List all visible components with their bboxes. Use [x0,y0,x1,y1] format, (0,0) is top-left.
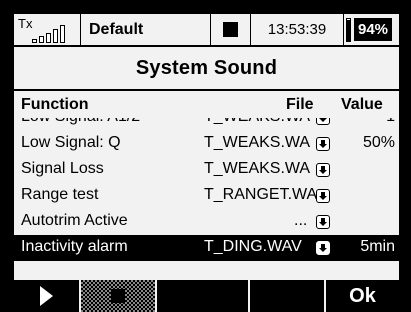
file-select-icon[interactable] [316,241,330,255]
ok-button[interactable]: Ok [326,280,399,312]
stop-button[interactable] [81,280,157,312]
function-label: Low Signal: A1/2 [21,118,140,126]
status-bar: Tx Default 13:53:39 94% [14,14,399,47]
play-button[interactable] [14,280,81,312]
file-select-icon[interactable] [316,137,330,151]
function-label: Range test [21,186,99,203]
column-header-value: Value [341,96,383,113]
battery-indicator: 94% [344,14,399,47]
softkey-4[interactable] [250,280,326,312]
battery-icon [346,17,351,42]
battery-percent: 94% [354,18,393,41]
list-item[interactable]: Range test T_RANGET.WA [14,183,399,209]
file-name[interactable]: ... [294,212,307,230]
value-field[interactable]: 1 [386,118,395,126]
page-title: System Sound [135,57,278,79]
screen: Tx Default 13:53:39 94% System Sound Fun… [14,14,399,312]
value-field[interactable]: 5min [360,238,395,256]
function-label: Autotrim Active [21,212,128,229]
file-name[interactable]: T_WEAKS.WA [204,118,310,126]
file-select-icon[interactable] [316,163,330,177]
stop-icon [111,289,125,303]
file-select-icon[interactable] [316,189,330,203]
title-divider [14,89,399,91]
value-field[interactable]: 50% [363,134,395,152]
file-select-icon[interactable] [316,118,330,125]
list-item-selected[interactable]: Inactivity alarm T_DING.WAV 5min [14,235,399,261]
list-item[interactable]: Low Signal: Q T_WEAKS.WA 50% [14,131,399,157]
function-label: Inactivity alarm [21,238,128,255]
function-label: Low Signal: Q [21,134,121,151]
column-header-file: File [286,96,314,113]
softkey-3[interactable] [157,280,250,312]
list-item[interactable]: Low Signal: A1/2 T_WEAKS.WA 1 [14,118,399,131]
file-select-icon[interactable] [316,215,330,229]
file-name[interactable]: T_DING.WAV [204,238,302,256]
stopwatch-icon [211,14,251,47]
list-item[interactable]: Autotrim Active ... [14,209,399,235]
softkey-bar: Ok [14,280,399,312]
signal-bars-icon [32,23,65,43]
list-item[interactable]: Signal Loss T_WEAKS.WA [14,157,399,183]
function-label: Signal Loss [21,160,104,177]
clock-time: 13:53:39 [251,14,344,47]
file-name[interactable]: T_RANGET.WA [204,186,317,204]
play-icon [40,286,53,306]
tx-label: Tx [18,15,33,31]
tx-signal-indicator: Tx [14,14,81,47]
file-name[interactable]: T_WEAKS.WA [204,160,310,178]
column-header-function: Function [21,96,89,113]
file-name[interactable]: T_WEAKS.WA [204,134,310,152]
sound-list[interactable]: Low Signal: A1/2 T_WEAKS.WA 1 Low Signal… [14,118,399,274]
model-name: Default [81,14,211,47]
